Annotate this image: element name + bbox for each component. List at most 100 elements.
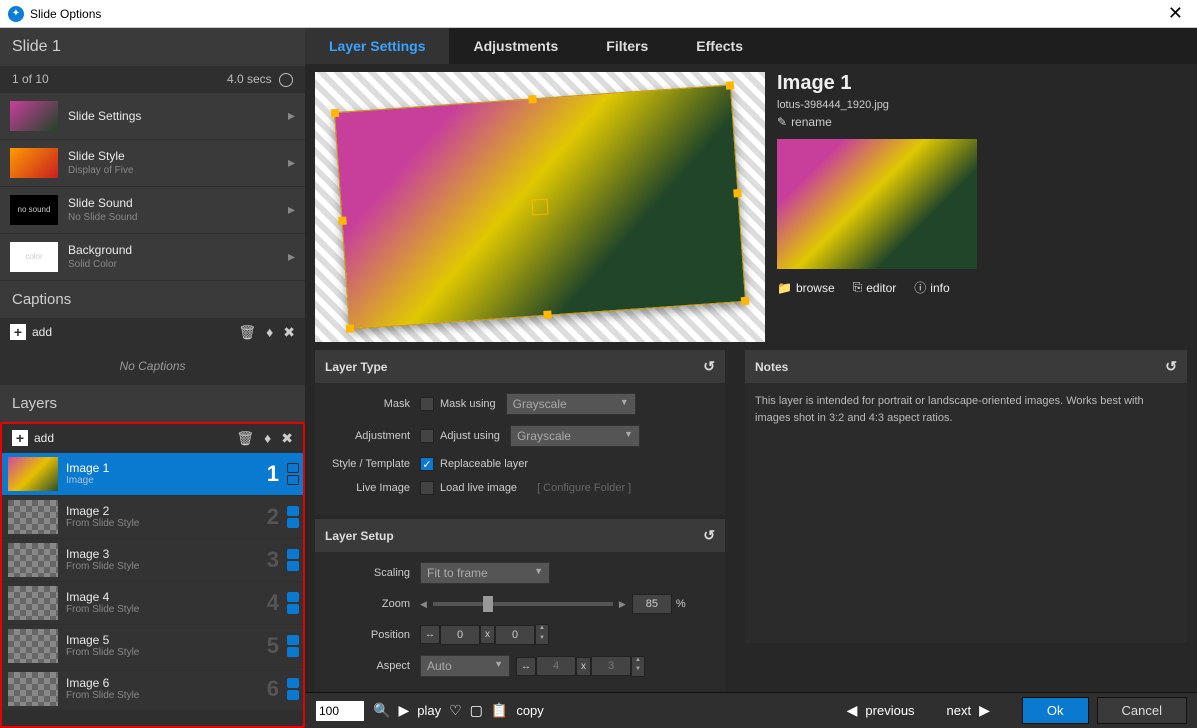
live-image-text: Load live image — [440, 482, 517, 494]
monitor-icon[interactable]: ▢ — [470, 702, 483, 719]
app-icon: ✦ — [8, 6, 24, 22]
position-x-input[interactable] — [440, 625, 480, 645]
layer-name: Image 5 — [66, 633, 139, 647]
layer-row-3[interactable]: Image 4From Slide Style 4 — [2, 582, 303, 624]
add-layer-icon[interactable]: + — [12, 430, 28, 446]
clock-icon — [279, 73, 293, 87]
layer-tools-icon[interactable]: ✖ — [281, 430, 293, 447]
settings-row-0[interactable]: Slide Settings ▸ — [0, 93, 305, 139]
folder-icon: 📁 — [777, 281, 792, 295]
layer-thumb — [8, 457, 58, 491]
layer-visibility-icons[interactable] — [287, 463, 299, 485]
layer-sort-icon[interactable]: ♦ — [264, 430, 271, 446]
editor-button[interactable]: ⎘editor — [853, 279, 897, 296]
chevron-down-icon: ▼ — [624, 429, 633, 443]
settings-thumb: no sound — [10, 195, 58, 225]
zoom-slider[interactable] — [433, 602, 613, 606]
settings-row-2[interactable]: no sound Slide SoundNo Slide Sound ▸ — [0, 187, 305, 233]
aspect-select[interactable]: Auto▼ — [420, 655, 510, 677]
slide-counter: 1 of 10 — [12, 72, 49, 87]
position-label: Position — [325, 629, 420, 641]
settings-thumb — [10, 148, 58, 178]
aspect-y-input[interactable] — [591, 656, 631, 676]
scaling-select[interactable]: Fit to frame▼ — [420, 562, 550, 584]
layer-visibility-icons[interactable] — [287, 678, 299, 700]
layer-row-4[interactable]: Image 5From Slide Style 5 — [2, 625, 303, 667]
timeline-zoom-input[interactable] — [315, 700, 365, 722]
layer-visibility-icons[interactable] — [287, 592, 299, 614]
tab-filters[interactable]: Filters — [582, 28, 672, 64]
copy-icon[interactable]: 📋 — [491, 702, 508, 719]
tools-icon[interactable]: ✖ — [283, 324, 295, 341]
layer-sub: From Slide Style — [66, 604, 139, 615]
layer-trash-icon[interactable]: 🗑 — [236, 430, 254, 447]
center-target-icon[interactable] — [531, 198, 548, 215]
cancel-button[interactable]: Cancel — [1097, 697, 1187, 724]
settings-row-1[interactable]: Slide StyleDisplay of Five ▸ — [0, 140, 305, 186]
notes-header: Notes ↺ — [745, 350, 1187, 383]
heart-icon[interactable]: ♡ — [449, 702, 462, 719]
adjustment-checkbox[interactable] — [420, 429, 434, 443]
aspect-label: Aspect — [325, 660, 420, 672]
tab-adjustments[interactable]: Adjustments — [449, 28, 582, 64]
browse-button[interactable]: 📁browse — [777, 279, 835, 296]
reset-layer-type-icon[interactable]: ↺ — [703, 358, 715, 375]
tab-layer-settings[interactable]: Layer Settings — [305, 28, 449, 64]
preview-canvas[interactable] — [315, 72, 765, 342]
slide-meta: 1 of 10 4.0 secs — [0, 66, 305, 93]
sort-icon[interactable]: ♦ — [266, 324, 273, 340]
configure-folder-link[interactable]: [ Configure Folder ] — [537, 482, 631, 494]
ok-button[interactable]: Ok — [1022, 697, 1089, 724]
layer-number: 3 — [267, 547, 279, 573]
layer-visibility-icons[interactable] — [287, 506, 299, 528]
aspect-stepper[interactable]: ▲▼ — [631, 656, 645, 677]
aspect-x-input[interactable] — [536, 656, 576, 676]
tabs: Layer SettingsAdjustmentsFiltersEffects — [305, 28, 1197, 64]
play-icon[interactable]: ▶ — [398, 702, 409, 719]
prev-arrow-icon[interactable]: ◀ — [847, 702, 858, 719]
play-label[interactable]: play — [417, 703, 441, 718]
export-icon: ⎘ — [853, 280, 863, 295]
layers-toolbar: + add 🗑 ♦ ✖ — [2, 424, 303, 453]
layer-visibility-icons[interactable] — [287, 635, 299, 657]
layers-header: Layers — [0, 385, 305, 422]
rename-button[interactable]: ✎rename — [777, 115, 1187, 129]
trash-icon[interactable]: 🗑 — [238, 324, 256, 341]
add-caption-icon[interactable]: + — [10, 324, 26, 340]
prev-label[interactable]: previous — [865, 703, 914, 718]
info-button[interactable]: ⓘinfo — [914, 279, 949, 296]
mask-checkbox[interactable] — [420, 397, 434, 411]
notes-text[interactable]: This layer is intended for portrait or l… — [745, 383, 1187, 643]
pencil-icon: ✎ — [777, 115, 787, 129]
settings-title: Slide Settings — [68, 109, 141, 123]
layer-row-1[interactable]: Image 2From Slide Style 2 — [2, 496, 303, 538]
layer-setup-header: Layer Setup ↺ — [315, 519, 725, 552]
chevron-right-icon: ▸ — [288, 154, 295, 171]
layers-panel: + add 🗑 ♦ ✖ Image 1Image 1 Image 2From S… — [0, 422, 305, 728]
layer-row-5[interactable]: Image 6From Slide Style 6 — [2, 668, 303, 710]
settings-row-3[interactable]: color BackgroundSolid Color ▸ — [0, 234, 305, 280]
next-label[interactable]: next — [947, 703, 972, 718]
position-y-input[interactable] — [495, 625, 535, 645]
zoom-input[interactable] — [632, 594, 672, 614]
add-caption-label[interactable]: add — [32, 325, 52, 339]
live-image-checkbox[interactable] — [420, 481, 434, 495]
layer-row-2[interactable]: Image 3From Slide Style 3 — [2, 539, 303, 581]
add-layer-label[interactable]: add — [34, 431, 54, 445]
layer-number: 2 — [267, 504, 279, 530]
layer-visibility-icons[interactable] — [287, 549, 299, 571]
copy-label[interactable]: copy — [516, 703, 543, 718]
close-icon[interactable]: ✕ — [1162, 3, 1189, 24]
adjustment-select[interactable]: Grayscale▼ — [510, 425, 640, 447]
layer-row-0[interactable]: Image 1Image 1 — [2, 453, 303, 495]
replaceable-checkbox[interactable]: ✓ — [420, 457, 434, 471]
tab-effects[interactable]: Effects — [672, 28, 767, 64]
slide-name: Slide 1 — [0, 28, 305, 66]
position-stepper[interactable]: ▲▼ — [535, 624, 549, 645]
image-thumbnail — [777, 139, 977, 269]
reset-layer-setup-icon[interactable]: ↺ — [703, 527, 715, 544]
reset-notes-icon[interactable]: ↺ — [1165, 358, 1177, 375]
mask-select[interactable]: Grayscale▼ — [506, 393, 636, 415]
next-arrow-icon[interactable]: ▶ — [979, 702, 990, 719]
magnify-icon[interactable]: 🔍 — [373, 702, 390, 719]
